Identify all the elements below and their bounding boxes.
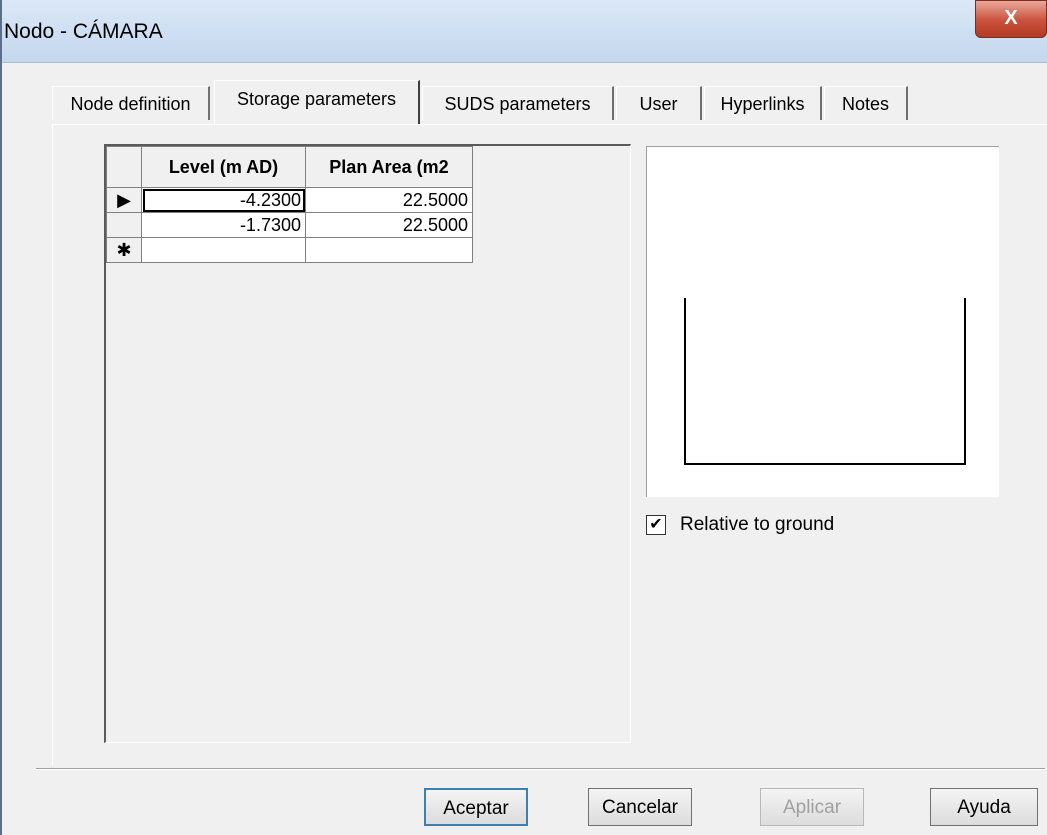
apply-button[interactable]: Aplicar [760,788,864,826]
relative-to-ground-label: Relative to ground [680,514,835,535]
tab-user[interactable]: User [616,86,702,120]
chamber-shape-icon [684,298,966,465]
table-row: -1.7300 22.5000 [106,212,473,238]
grid-header-plan-area[interactable]: Plan Area (m2 [305,146,473,188]
tab-storage-parameters[interactable]: Storage parameters [214,80,420,124]
grid-corner-header [106,146,142,188]
new-row-icon[interactable]: ✱ [106,237,142,263]
accept-button[interactable]: Aceptar [424,788,528,826]
grid-cell-level[interactable]: -1.7300 [141,212,306,238]
tab-suds-parameters[interactable]: SUDS parameters [422,86,614,120]
title-bar: Nodo - CÁMARA X [2,0,1047,63]
help-button[interactable]: Ayuda [930,788,1038,826]
close-icon: X [1004,7,1018,29]
grid-cell-plan-area[interactable] [305,237,473,263]
tab-strip: Node definition Storage parameters SUDS … [52,80,1042,125]
tab-node-definition[interactable]: Node definition [52,86,210,120]
grid-cell-plan-area[interactable]: 22.5000 [305,187,473,213]
table-row: ▶ -4.2300 22.5000 [106,187,473,213]
relative-to-ground-checkbox[interactable]: ✔ [646,515,666,535]
table-row-new: ✱ [106,237,473,263]
tab-notes[interactable]: Notes [824,86,908,120]
tab-hyperlinks[interactable]: Hyperlinks [704,86,822,120]
footer-divider [36,768,1045,770]
cancel-button[interactable]: Cancelar [588,788,692,826]
storage-preview [646,146,999,497]
storage-grid: Level (m AD) Plan Area (m2 ▶ -4.2300 22.… [106,146,473,263]
relative-to-ground[interactable]: ✔ Relative to ground [646,512,834,538]
grid-cell-level[interactable] [141,237,306,263]
row-header[interactable] [106,212,142,238]
window-title: Nodo - CÁMARA [4,20,163,43]
grid-cell-plan-area[interactable]: 22.5000 [305,212,473,238]
grid-header-level[interactable]: Level (m AD) [141,146,306,188]
close-button[interactable]: X [975,0,1047,38]
current-row-icon[interactable]: ▶ [106,187,142,213]
grid-cell-level[interactable]: -4.2300 [141,187,306,213]
